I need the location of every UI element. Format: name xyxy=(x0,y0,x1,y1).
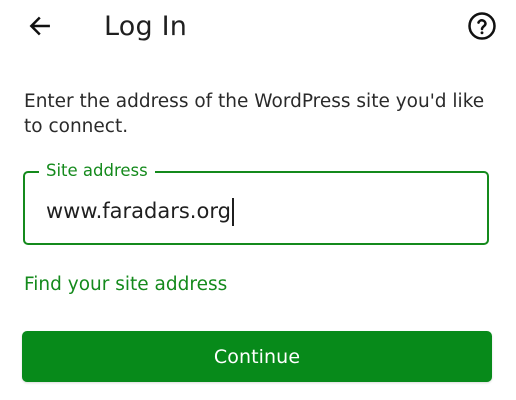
continue-button[interactable]: Continue xyxy=(22,331,492,382)
page-title: Log In xyxy=(104,11,188,42)
site-address-label: Site address xyxy=(39,160,155,182)
help-circle-icon xyxy=(468,12,496,40)
app-bar: Log In xyxy=(0,0,516,54)
instruction-text: Enter the address of the WordPress site … xyxy=(24,91,485,137)
help-button[interactable] xyxy=(464,8,500,44)
text-caret xyxy=(232,198,234,226)
back-button[interactable] xyxy=(22,8,58,44)
arrow-left-icon xyxy=(29,16,50,36)
site-address-input[interactable] xyxy=(46,194,466,228)
find-site-address-link[interactable]: Find your site address xyxy=(24,272,227,298)
